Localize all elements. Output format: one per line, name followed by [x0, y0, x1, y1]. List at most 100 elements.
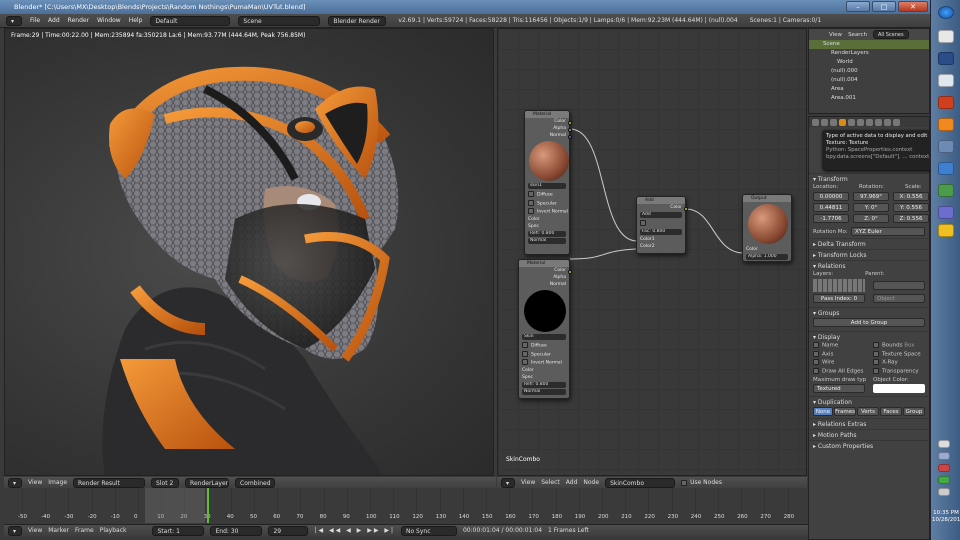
socket[interactable]: [568, 135, 572, 139]
timeline-ruler[interactable]: -50-40-30-20-100102030405060708090100110…: [4, 488, 808, 523]
current-frame-field[interactable]: 29: [268, 525, 309, 536]
scale-x-field[interactable]: X: 0.556: [893, 192, 929, 201]
world-tab-icon[interactable]: [830, 118, 837, 126]
scene-select[interactable]: Scene: [238, 15, 321, 26]
pass-index-field[interactable]: Pass Index: 0: [813, 294, 865, 303]
timeline-view-menu[interactable]: View: [28, 527, 42, 534]
menu-help[interactable]: Help: [129, 17, 143, 24]
input-normal[interactable]: Normal: [522, 388, 566, 395]
display-texture-space-option[interactable]: Texture Space: [873, 350, 929, 357]
dup-frames-tab[interactable]: Frames: [834, 407, 856, 416]
constraints-tab-icon[interactable]: [848, 118, 855, 126]
outliner[interactable]: View Search All Scenes Scene RenderLayer…: [808, 28, 930, 114]
input-refl[interactable]: Refl: 0.800: [522, 381, 566, 388]
fac-field[interactable]: Fac: 0.800: [640, 228, 682, 235]
tray-icon[interactable]: [938, 488, 950, 496]
diffuse-option[interactable]: Diffuse: [525, 190, 569, 199]
tray-icon[interactable]: [938, 452, 950, 460]
app-icon[interactable]: [938, 96, 954, 109]
socket[interactable]: [684, 207, 688, 211]
parent-type-select[interactable]: Object: [873, 294, 925, 303]
scale-z-field[interactable]: Z: 0.556: [893, 214, 929, 223]
render-engine-select[interactable]: Blender Render: [328, 15, 387, 26]
relations-panel-header[interactable]: ▾ Relations: [809, 260, 929, 271]
layers-grid[interactable]: [813, 279, 865, 292]
display-panel-header[interactable]: ▾ Display: [809, 331, 929, 342]
node-add-menu[interactable]: Add: [566, 479, 578, 486]
render-pass-select[interactable]: Combined: [235, 477, 276, 488]
rotation-y-field[interactable]: Y: 0°: [853, 203, 889, 212]
rotation-mode-select[interactable]: XYZ Euler: [851, 227, 925, 236]
display-wire-option[interactable]: Wire: [813, 359, 873, 366]
app-icon[interactable]: [938, 162, 954, 175]
start-orb-icon[interactable]: [938, 6, 954, 19]
node-menu[interactable]: Node: [583, 479, 599, 486]
transform-locks-panel-header[interactable]: ▸ Transform Locks: [809, 249, 929, 260]
sync-mode-select[interactable]: No Sync: [400, 525, 457, 536]
screen-layout-select[interactable]: Default: [150, 15, 231, 26]
menu-render[interactable]: Render: [68, 17, 89, 24]
outliner-view-menu[interactable]: View: [829, 32, 842, 38]
use-nodes-toggle[interactable]: Use Nodes: [681, 479, 722, 486]
display-bounds-option[interactable]: Bounds Box: [873, 342, 929, 349]
mix-rgb-node[interactable]: Add Color Add Fac: 0.800 Color1 Color2: [636, 196, 688, 254]
app-icon[interactable]: [938, 74, 954, 87]
relations-extras-panel-header[interactable]: ▸ Relations Extras: [809, 418, 929, 429]
transform-panel-header[interactable]: ▾ Transform: [809, 173, 929, 184]
duplication-panel-header[interactable]: ▾ Duplication: [809, 396, 929, 407]
app-icon[interactable]: [938, 30, 954, 43]
photoshop-icon[interactable]: [938, 52, 954, 65]
parent-field[interactable]: [873, 281, 925, 290]
image-menu[interactable]: Image: [48, 479, 67, 486]
output-node[interactable]: Output Color Alpha: 1.000: [742, 194, 792, 262]
playback-controls[interactable]: |◀ ◀◀ ◀ ▶ ▶▶ ▶|: [314, 527, 395, 534]
timeline-playhead[interactable]: [207, 488, 209, 523]
outliner-search-menu[interactable]: Search: [848, 32, 867, 38]
input-alpha[interactable]: Alpha: 1.000: [746, 254, 788, 260]
menu-window[interactable]: Window: [97, 17, 121, 24]
node-view-menu[interactable]: View: [521, 479, 535, 486]
maximize-button[interactable]: □: [872, 1, 896, 12]
outliner-row-area[interactable]: Area: [809, 85, 929, 94]
rotation-x-field[interactable]: 97.969°: [853, 192, 889, 201]
outliner-row-scene[interactable]: Scene: [809, 40, 929, 49]
app-icon[interactable]: [938, 206, 954, 219]
scale-y-field[interactable]: Y: 0.556: [893, 203, 929, 212]
editor-type-menu[interactable]: ▾: [6, 15, 22, 26]
image-view-menu[interactable]: View: [28, 479, 42, 486]
socket[interactable]: [568, 270, 572, 274]
input-refl[interactable]: Refl: 0.800: [528, 230, 566, 237]
taskbar-clock[interactable]: 10:35 PM 10/28/2013: [932, 510, 960, 524]
material-name-field[interactable]: skin1: [528, 183, 566, 189]
texture-tab-icon[interactable]: [884, 118, 891, 126]
editor-type-menu[interactable]: ▾: [501, 477, 515, 488]
particles-tab-icon[interactable]: [893, 118, 900, 126]
location-x-field[interactable]: 0.00000: [813, 192, 849, 201]
render-layer-select[interactable]: RenderLayer: [185, 477, 230, 488]
data-tab-icon[interactable]: [866, 118, 873, 126]
material-name-field[interactable]: Skin: [522, 334, 566, 340]
tray-icon[interactable]: [938, 476, 950, 484]
socket[interactable]: [568, 121, 572, 125]
end-frame-field[interactable]: End: 30: [210, 525, 263, 536]
groups-panel-header[interactable]: ▾ Groups: [809, 307, 929, 318]
node-select-menu[interactable]: Select: [541, 479, 560, 486]
object-color-swatch[interactable]: [873, 384, 925, 393]
socket[interactable]: [568, 128, 572, 132]
rotation-z-field[interactable]: Z: 0°: [853, 214, 889, 223]
menu-file[interactable]: File: [30, 17, 40, 24]
blender-icon[interactable]: [938, 118, 954, 131]
diffuse-option[interactable]: Diffuse: [519, 341, 569, 350]
display-all-edges-option[interactable]: Draw All Edges: [813, 367, 873, 374]
node-editor[interactable]: Material Color Alpha Normal skin1 Diffus…: [497, 28, 807, 476]
dup-group-tab[interactable]: Group: [903, 407, 925, 416]
start-frame-field[interactable]: Start: 1: [152, 525, 205, 536]
scene-tab-icon[interactable]: [821, 118, 828, 126]
timeline-marker-menu[interactable]: Marker: [48, 527, 69, 534]
minimize-button[interactable]: –: [846, 1, 870, 12]
menu-add[interactable]: Add: [48, 17, 60, 24]
outliner-row-area-001[interactable]: Area.001: [809, 94, 929, 103]
dup-faces-tab[interactable]: Faces: [880, 407, 902, 416]
clamp-option[interactable]: [637, 219, 685, 228]
input-normal[interactable]: Normal: [528, 237, 566, 244]
